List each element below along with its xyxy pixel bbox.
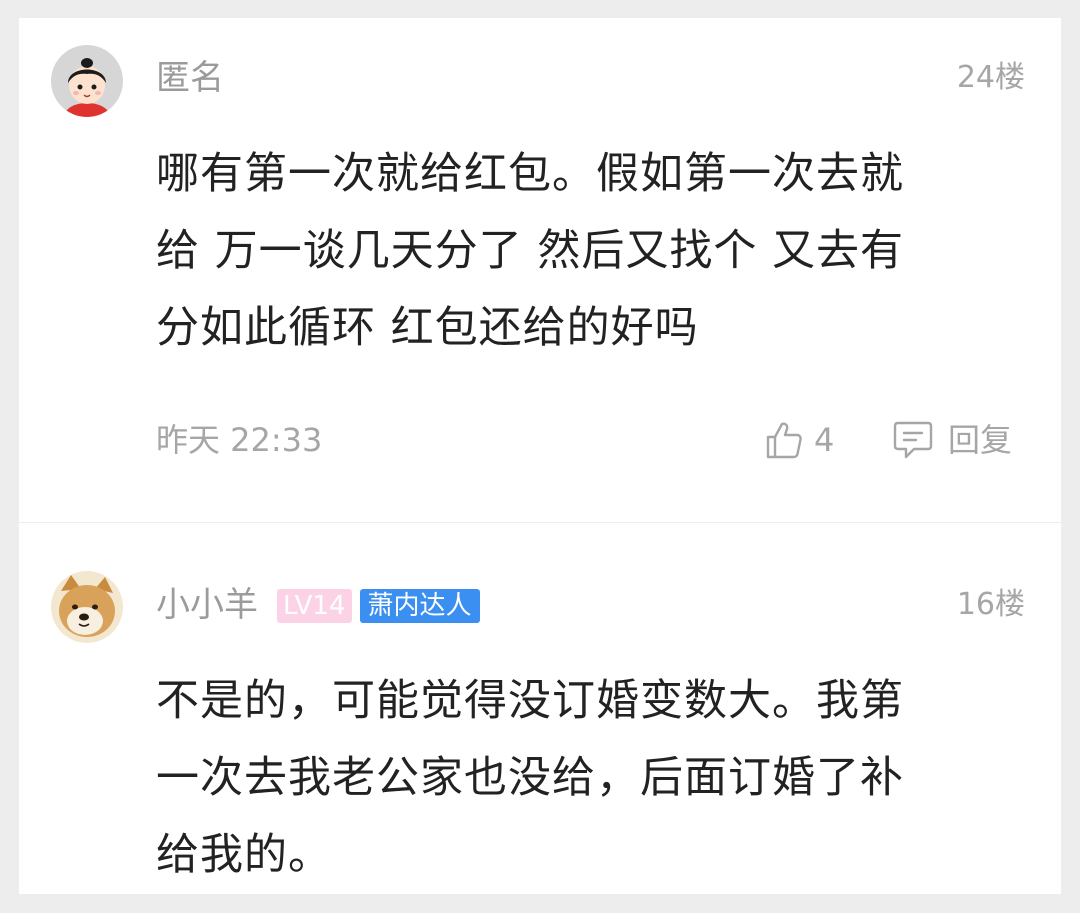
floor-number: 24楼 <box>956 60 1025 95</box>
avatar[interactable] <box>51 571 123 643</box>
user-badges: LV14 萧内达人 <box>277 589 480 623</box>
comment-item: 匿名 24楼 哪有第一次就给红包。假如第一次去就 给 万一谈几天分了 然后又找个… <box>19 18 1061 522</box>
thumbs-up-icon <box>766 422 802 459</box>
reply-button[interactable]: 回复 <box>892 418 1012 462</box>
comment-text: 哪有第一次就给红包。假如第一次去就 给 万一谈几天分了 然后又找个 又去有 分如… <box>156 149 905 353</box>
comment-item: 小小羊 LV14 萧内达人 16楼 不是的，可能觉得没订婚变数大。我第 一次去我… <box>19 523 1061 894</box>
level-badge: LV14 <box>277 589 352 623</box>
username[interactable]: 小小羊 <box>156 585 258 625</box>
timestamp: 昨天 22:33 <box>156 421 323 459</box>
reply-label: 回复 <box>948 421 1013 459</box>
title-badge: 萧内达人 <box>359 589 480 623</box>
avatar[interactable] <box>51 45 123 117</box>
like-count: 4 <box>814 421 835 459</box>
like-button[interactable]: 4 <box>764 418 834 462</box>
username[interactable]: 匿名 <box>156 58 224 98</box>
comment-text: 不是的，可能觉得没订婚变数大。我第 一次去我老公家也没给，后面订婚了补 给我的。 <box>156 676 904 880</box>
cartoon-avatar-icon <box>51 45 123 117</box>
comment-list: 匿名 24楼 哪有第一次就给红包。假如第一次去就 给 万一谈几天分了 然后又找个… <box>19 18 1061 894</box>
comment-bubble-icon <box>893 421 933 459</box>
shiba-dog-avatar-icon <box>51 571 123 643</box>
floor-number: 16楼 <box>956 587 1025 622</box>
